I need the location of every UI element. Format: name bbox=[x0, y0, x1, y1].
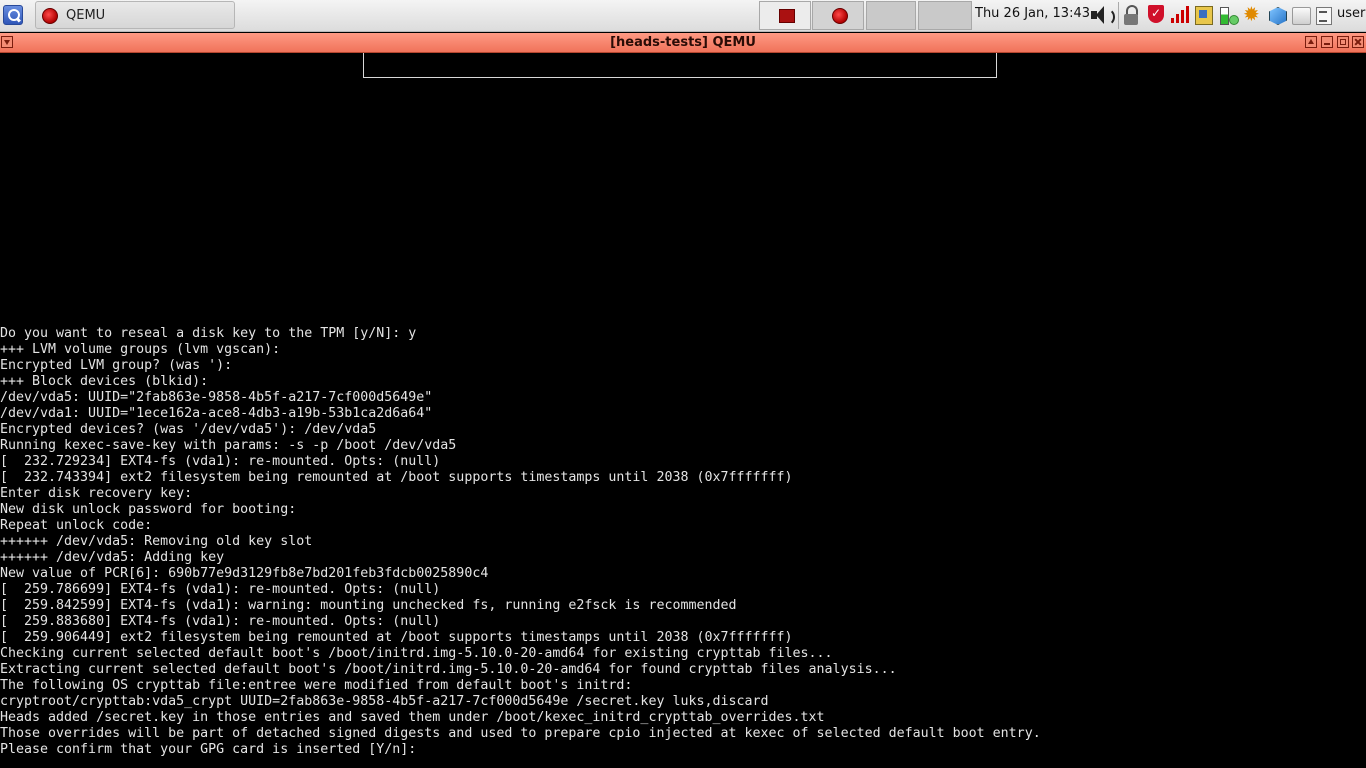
console-line: /dev/vda5: UUID="2fab863e-9858-4b5f-a217… bbox=[0, 390, 433, 405]
console-line: Enter disk recovery key: bbox=[0, 486, 193, 501]
guest-display[interactable]: Do you want to reseal a disk key to the … bbox=[0, 53, 1366, 768]
qemu-icon bbox=[42, 8, 58, 24]
console-line: [ 232.743394] ext2 filesystem being remo… bbox=[0, 470, 793, 485]
workspace-1[interactable] bbox=[759, 1, 811, 30]
console-line: Those overrides will be part of detached… bbox=[0, 726, 1041, 741]
whiptail-dialog-remnant bbox=[363, 53, 997, 78]
shield-icon[interactable] bbox=[1146, 5, 1166, 25]
console-line: Encrypted LVM group? (was '): bbox=[0, 358, 233, 373]
console-line: [ 259.906449] ext2 filesystem being remo… bbox=[0, 630, 793, 645]
terminal-window-icon bbox=[779, 9, 795, 23]
console-line: [ 259.786699] EXT4-fs (vda1): re-mounted… bbox=[0, 582, 441, 597]
blank-window-icon[interactable] bbox=[1291, 5, 1311, 25]
lock-icon[interactable] bbox=[1122, 5, 1142, 25]
console-line: New disk unlock password for booting: bbox=[0, 502, 297, 517]
console-line: Do you want to reseal a disk key to the … bbox=[0, 326, 417, 341]
window-titlebar[interactable]: [heads-tests] QEMU bbox=[0, 33, 1366, 53]
console-line: Checking current selected default boot's… bbox=[0, 646, 833, 661]
maximize-button[interactable] bbox=[1337, 36, 1349, 48]
taskbar-button-label: QEMU bbox=[66, 8, 106, 23]
close-button[interactable] bbox=[1352, 36, 1364, 48]
shade-button[interactable] bbox=[1305, 36, 1317, 48]
app-menu-search-icon[interactable] bbox=[3, 5, 23, 25]
workspace-2[interactable] bbox=[812, 1, 864, 30]
console-line: Repeat unlock code: bbox=[0, 518, 153, 533]
settings-gear-icon[interactable] bbox=[1243, 2, 1263, 26]
console-line: ++++++ /dev/vda5: Removing old key slot bbox=[0, 534, 313, 549]
workspace-3[interactable] bbox=[866, 1, 916, 30]
console-line: +++ Block devices (blkid): bbox=[0, 374, 209, 389]
clipboard-icon[interactable] bbox=[1194, 5, 1214, 25]
console-line: The following OS crypttab file:entree we… bbox=[0, 678, 633, 693]
console-line: +++ LVM volume groups (lvm vgscan): bbox=[0, 342, 281, 357]
taskbar-button-qemu[interactable]: QEMU bbox=[35, 1, 235, 29]
console-line: Please confirm that your GPG card is ins… bbox=[0, 742, 417, 757]
notes-menu-icon[interactable] bbox=[1314, 5, 1334, 25]
console-line: Heads added /secret.key in those entries… bbox=[0, 710, 825, 725]
qemu-window-icon bbox=[832, 8, 848, 24]
minimize-button[interactable] bbox=[1321, 36, 1333, 48]
volume-wave-icon bbox=[1105, 8, 1115, 26]
console-line: cryptroot/crypttab:vda5_crypt UUID=2fab8… bbox=[0, 694, 769, 709]
window-title: [heads-tests] QEMU bbox=[610, 35, 756, 50]
top-panel: QEMU Thu 26 Jan, 13:43 user bbox=[0, 0, 1366, 32]
console-line: Encrypted devices? (was '/dev/vda5'): /d… bbox=[0, 422, 377, 437]
network-signal-icon[interactable] bbox=[1170, 5, 1190, 25]
package-cube-icon[interactable] bbox=[1267, 5, 1287, 25]
console-line: Extracting current selected default boot… bbox=[0, 662, 897, 677]
console-line: [ 232.729234] EXT4-fs (vda1): re-mounted… bbox=[0, 454, 441, 469]
user-name[interactable]: user bbox=[1337, 6, 1365, 21]
console-line: [ 259.883680] EXT4-fs (vda1): re-mounted… bbox=[0, 614, 441, 629]
tray-divider bbox=[1118, 2, 1119, 29]
workspace-4[interactable] bbox=[918, 1, 972, 30]
console-output: Do you want to reseal a disk key to the … bbox=[0, 326, 1041, 758]
console-line: New value of PCR[6]: 690b77e9d3129fb8e7b… bbox=[0, 566, 489, 581]
console-line: /dev/vda1: UUID="1ece162a-ace8-4db3-a19b… bbox=[0, 406, 433, 421]
console-line: ++++++ /dev/vda5: Adding key bbox=[0, 550, 225, 565]
battery-icon[interactable] bbox=[1218, 5, 1239, 25]
console-line: Running kexec-save-key with params: -s -… bbox=[0, 438, 457, 453]
console-line: [ 259.842599] EXT4-fs (vda1): warning: m… bbox=[0, 598, 737, 613]
clock[interactable]: Thu 26 Jan, 13:43 bbox=[975, 6, 1090, 21]
